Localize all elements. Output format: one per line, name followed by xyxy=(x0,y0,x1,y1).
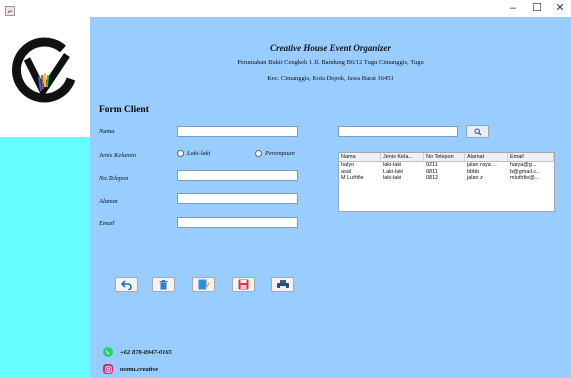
telepon-label: No.Telepon xyxy=(99,175,129,182)
search-input[interactable] xyxy=(338,126,458,137)
company-logo xyxy=(12,37,76,103)
nama-input[interactable] xyxy=(177,126,298,137)
search-button[interactable] xyxy=(466,125,489,138)
whatsapp-icon xyxy=(103,347,113,357)
minimize-button[interactable]: – xyxy=(502,0,524,17)
radio-laki-laki[interactable]: Laki-laki xyxy=(177,150,210,157)
company-address-line2: Kec. Cimanggis, Kota Depok, Jawa Barat 1… xyxy=(267,75,394,82)
table-cell: jalan z xyxy=(467,175,483,181)
alamat-input[interactable] xyxy=(177,193,298,204)
client-table[interactable]: Nama Jenis Kela... No Telepon Alamat Ema… xyxy=(338,152,555,212)
edit-button[interactable] xyxy=(192,277,215,292)
radio-perempuan[interactable]: Perempuan xyxy=(255,150,295,157)
alamat-label: Alamat xyxy=(99,198,118,205)
edit-document-icon xyxy=(198,279,210,290)
undo-icon xyxy=(120,279,132,290)
print-button[interactable] xyxy=(271,277,294,292)
instagram-handle: nomu.creative xyxy=(120,365,159,373)
company-address-line1: Perumahan Bukit Cengkeh 1 Jl. Bandung B6… xyxy=(237,59,424,66)
table-row[interactable]: M Luthfie laki-laki 0812 jalan z mluthfi… xyxy=(339,175,554,182)
close-button[interactable]: ✕ xyxy=(549,0,571,17)
whatsapp-contact: +62 878-8947-0165 xyxy=(103,347,172,357)
radio-perempuan-label: Perempuan xyxy=(265,150,295,157)
content-area: Creative House Event Organizer Perumahan… xyxy=(0,17,571,378)
radio-laki-laki-label: Laki-laki xyxy=(187,150,211,157)
trash-icon xyxy=(159,279,168,289)
table-cell: M Luthfie xyxy=(341,175,364,181)
save-icon xyxy=(238,279,249,290)
email-input[interactable] xyxy=(177,217,298,228)
email-label: Email xyxy=(99,220,115,227)
instagram-contact: nomu.creative xyxy=(103,364,158,374)
save-button[interactable] xyxy=(232,277,255,292)
table-header: Nama Jenis Kela... No Telepon Alamat Ema… xyxy=(339,153,554,162)
undo-button[interactable] xyxy=(115,277,138,292)
table-cell: mluthfie@... xyxy=(510,175,540,181)
column-header-nama[interactable]: Nama xyxy=(339,153,381,161)
maximize-button[interactable]: ☐ xyxy=(526,0,548,17)
column-header-email[interactable]: Email xyxy=(508,153,554,161)
telepon-input[interactable] xyxy=(177,170,298,181)
jenis-kelamin-label: Jenis Kelamin xyxy=(99,152,137,159)
company-name: Creative House Event Organizer xyxy=(270,43,391,53)
printer-icon xyxy=(276,279,289,290)
delete-button[interactable] xyxy=(152,277,175,292)
java-app-icon xyxy=(5,3,15,16)
main-panel: Creative House Event Organizer Perumahan… xyxy=(90,17,571,378)
side-accent-panel xyxy=(0,137,90,378)
radio-button-icon xyxy=(255,150,262,157)
column-header-alamat[interactable]: Alamat xyxy=(465,153,508,161)
column-header-jenis-kelamin[interactable]: Jenis Kela... xyxy=(381,153,424,161)
app-window: – ☐ ✕ Creative House Event Organizer Per… xyxy=(0,0,571,378)
logo-panel xyxy=(0,17,90,137)
table-cell: laki-laki xyxy=(383,175,402,181)
table-cell: 0812 xyxy=(426,175,439,181)
instagram-icon xyxy=(103,364,113,374)
whatsapp-number: +62 878-8947-0165 xyxy=(120,348,172,356)
search-icon xyxy=(474,128,481,135)
nama-label: Nama xyxy=(99,128,115,135)
column-header-no-telepon[interactable]: No Telepon xyxy=(424,153,465,161)
form-title: Form Client xyxy=(99,105,149,115)
title-bar: – ☐ ✕ xyxy=(0,0,571,17)
radio-button-icon xyxy=(177,150,184,157)
